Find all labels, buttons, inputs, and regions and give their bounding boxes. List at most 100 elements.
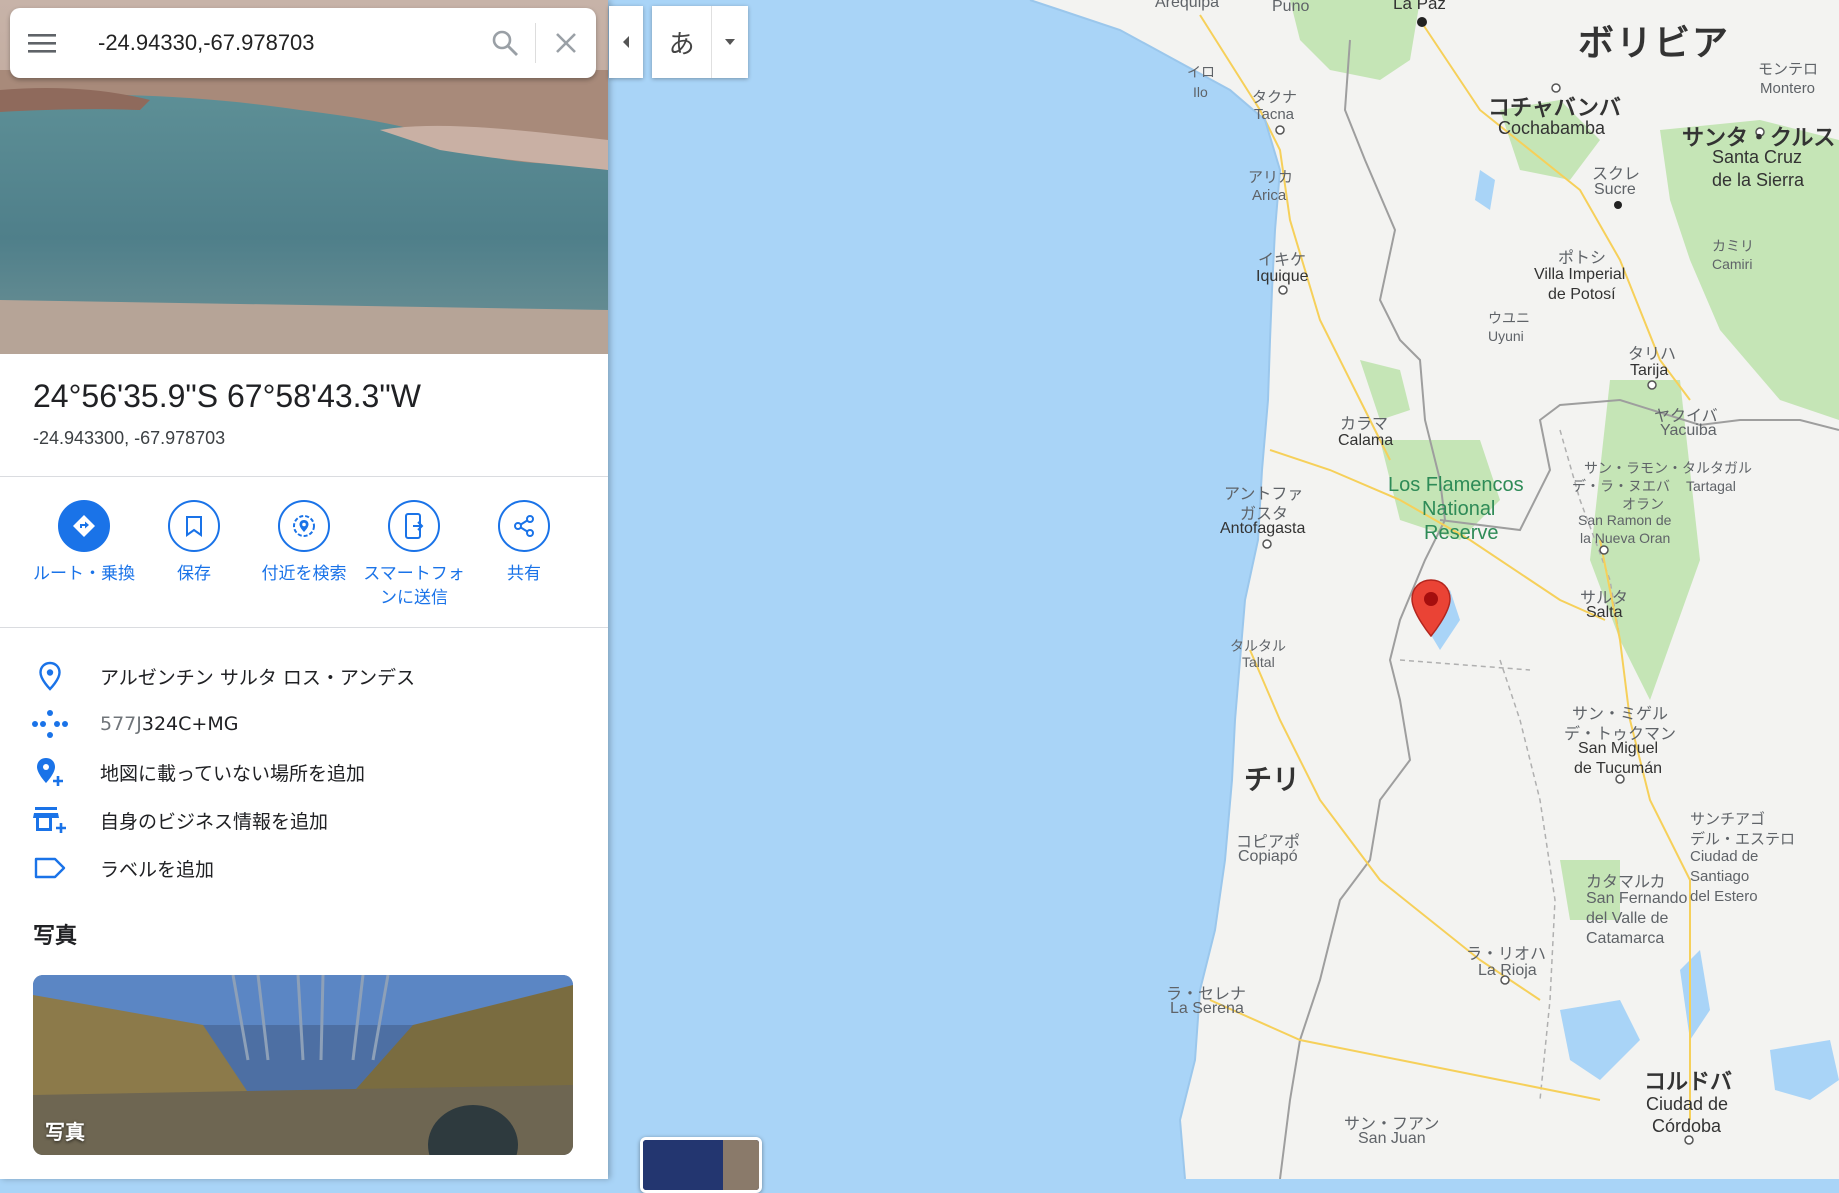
add-business-icon: [33, 807, 66, 833]
directions-icon: [73, 515, 95, 537]
map-label-tacna-jp: タクナ: [1252, 89, 1298, 106]
map-label-serena: La Serena: [1170, 1000, 1244, 1017]
map-label-tucuman2: de Tucumán: [1574, 760, 1663, 777]
map-label-salta: Salta: [1586, 604, 1623, 621]
map-label-calama: Calama: [1338, 432, 1394, 449]
map-label-taltal-jp: タルタル: [1230, 638, 1286, 654]
save-circle: [168, 500, 220, 552]
map-label-catamarca1: San Fernando: [1586, 890, 1688, 907]
share-circle: [498, 500, 550, 552]
photo-card[interactable]: 写真: [33, 975, 573, 1155]
map-label-tarija-jp: タリハ: [1628, 346, 1677, 363]
map-label-taltal: Taltal: [1242, 654, 1275, 670]
caret-left-icon: [623, 36, 629, 48]
plus-code-icon: [32, 710, 68, 738]
map-label-cordoba2: Córdoba: [1652, 1116, 1722, 1136]
address-text: アルゼンチン サルタ ロス・アンデス: [100, 666, 416, 689]
input-method-label: あ: [668, 29, 695, 60]
clear-search-button[interactable]: [536, 8, 596, 78]
map-label-flamencos3: Reserve: [1424, 522, 1499, 544]
photo-thumbnail-image: [33, 975, 573, 1155]
share-label: 共有: [507, 564, 541, 584]
map-label-catamarca-jp: カタマルカ: [1586, 874, 1666, 891]
map-label-arequipa: Arequipa: [1155, 0, 1220, 11]
map-label-iquique: Iquique: [1256, 268, 1309, 285]
map-label-rioja: La Rioja: [1478, 962, 1537, 979]
menu-button[interactable]: [10, 8, 74, 78]
add-business-row[interactable]: 自身のビジネス情報を追加: [0, 798, 608, 842]
add-business-text: 自身のビジネス情報を追加: [100, 810, 329, 833]
map-label-scruz1: Santa Cruz: [1712, 147, 1803, 167]
map-label-montero-jp: モンテロ: [1758, 61, 1819, 78]
map-label-copiapo: Copiapó: [1238, 848, 1298, 865]
label-icon: [34, 857, 66, 879]
plus-code-row[interactable]: 577J324C+MG: [0, 702, 608, 746]
send-to-phone-button[interactable]: スマートフォンに送信: [359, 500, 469, 610]
map-label-flamencos2: National: [1422, 498, 1496, 520]
input-method-button[interactable]: あ: [652, 6, 748, 78]
map-label-sde2: Santiago: [1690, 868, 1750, 885]
map-label-chile: チリ: [1244, 764, 1301, 795]
map-label-tartagal-jp2: デ・ラ・ヌエバ: [1572, 478, 1670, 494]
search-button[interactable]: [475, 8, 535, 78]
map-label-yacuiba: Yacuiba: [1660, 422, 1717, 439]
nearby-search-icon: [293, 515, 315, 537]
map-label-sde1: Ciudad de: [1690, 848, 1759, 865]
send-to-phone-circle: [388, 500, 440, 552]
collapse-panel-button[interactable]: [609, 6, 643, 78]
place-panel: -24.94330,-67.978703 24°56'35.9"S 67°58'…: [0, 0, 608, 1179]
place-title: 24°56'35.9"S 67°58'43.3"W: [33, 378, 421, 414]
map-label-cordoba1: Ciudad de: [1646, 1094, 1729, 1114]
share-button[interactable]: 共有: [469, 500, 579, 586]
map-label-tartagal-jp3: オラン: [1622, 496, 1664, 512]
map-label-puno: Puno: [1272, 0, 1310, 15]
location-marker-icon: [39, 661, 61, 691]
add-missing-place-text: 地図に載っていない場所を追加: [100, 762, 366, 785]
photos-section-title: 写真: [33, 924, 78, 949]
save-button[interactable]: 保存: [139, 500, 249, 586]
nearby-button[interactable]: 付近を検索: [249, 500, 359, 586]
close-icon: [556, 33, 576, 53]
map-label-potosi1: Villa Imperial: [1534, 266, 1626, 283]
directions-label: ルート・乗換: [33, 564, 135, 584]
search-box[interactable]: -24.94330,-67.978703: [10, 8, 596, 78]
directions-button[interactable]: ルート・乗換: [29, 500, 139, 586]
map-label-flamencos1: Los Flamencos: [1388, 474, 1524, 496]
street-view-thumbnail[interactable]: [640, 1137, 762, 1193]
map-label-tucuman1: San Miguel: [1578, 740, 1659, 757]
directions-circle: [58, 500, 110, 552]
add-label-row[interactable]: ラベルを追加: [0, 846, 608, 890]
send-to-phone-label: スマートフォンに送信: [363, 564, 465, 608]
map-label-antofa: Antofagasta: [1220, 520, 1306, 537]
map-label-catamarca3: Catamarca: [1586, 930, 1665, 947]
phone-send-icon: [405, 513, 424, 539]
map-label-sde-jp2: デル・エステロ: [1690, 831, 1796, 848]
map-label-tacna: Tacna: [1254, 106, 1295, 123]
map-label-calama-jp: カラマ: [1340, 416, 1389, 433]
map-label-camiri-jp: カミリ: [1712, 238, 1754, 254]
map-label-sanjuan: San Juan: [1358, 1130, 1426, 1147]
map-label-montero: Montero: [1760, 80, 1816, 97]
divider: [0, 627, 608, 628]
map-label-sanramon2: la Nueva Oran: [1580, 530, 1671, 546]
map-label-rioja-jp: ラ・リオハ: [1466, 946, 1547, 963]
map-label-ilo-jp: イロ: [1187, 64, 1215, 80]
search-input[interactable]: -24.94330,-67.978703: [74, 30, 475, 56]
map-label-potosi-jp: ポトシ: [1558, 250, 1607, 267]
input-method-dropdown[interactable]: [711, 6, 748, 78]
map-label-sde3: del Estero: [1690, 888, 1758, 905]
map-label-arica-jp: アリカ: [1248, 169, 1294, 186]
add-missing-place-row[interactable]: 地図に載っていない場所を追加: [0, 750, 608, 794]
search-icon: [492, 30, 518, 56]
map-label-iquique-jp: イキケ: [1258, 252, 1307, 269]
place-decimal-coords: -24.943300, -67.978703: [33, 428, 226, 448]
address-row[interactable]: アルゼンチン サルタ ロス・アンデス: [0, 654, 608, 698]
photo-card-label: 写真: [45, 1120, 85, 1144]
location-pin-icon[interactable]: [1409, 578, 1453, 638]
add-place-icon: [37, 758, 63, 786]
map-label-cocha: Cochabamba: [1498, 118, 1606, 138]
plus-code-text: 577J324C+MG: [100, 713, 238, 735]
hamburger-menu-icon: [28, 34, 56, 53]
map-label-cordoba-jp: コルドバ: [1644, 1069, 1733, 1094]
map-label-sde-jp1: サンチアゴ: [1690, 811, 1766, 828]
